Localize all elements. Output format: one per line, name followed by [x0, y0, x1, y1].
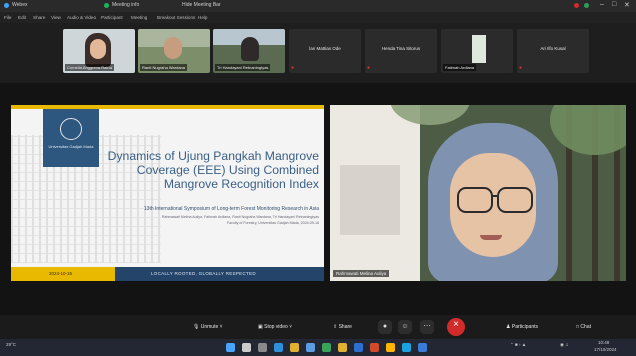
- slide-affiliation: Faculty of Forestry, Universitas Gadjah …: [226, 221, 319, 225]
- participant-tile[interactable]: lan Mattias Ode ●: [289, 29, 361, 73]
- record-button[interactable]: ●: [378, 320, 392, 334]
- close-icon: ×: [453, 319, 459, 330]
- mail-icon[interactable]: [306, 343, 315, 352]
- more-options-button[interactable]: ⋯: [420, 320, 434, 334]
- university-seal-icon: [60, 118, 82, 140]
- close-icon[interactable]: ✕: [624, 1, 630, 9]
- unmute-button[interactable]: 🎙︎ Unmute ˅: [193, 320, 223, 334]
- share-button[interactable]: ⇧ Share: [333, 320, 352, 334]
- maximize-icon[interactable]: □: [612, 1, 616, 8]
- menu-share[interactable]: Share: [33, 13, 45, 22]
- glasses-icon: [457, 187, 493, 213]
- weather-widget[interactable]: 29°C: [6, 342, 16, 347]
- university-name: Universitas Gadjah Mada: [48, 144, 94, 149]
- muted-mic-icon: ●: [519, 65, 523, 71]
- folder-icon[interactable]: [338, 343, 347, 352]
- speaker-mouth: [480, 235, 502, 240]
- participant-tile[interactable]: Henda Tina Sitorus ●: [365, 29, 437, 73]
- status-icon: [584, 3, 589, 8]
- menu-help[interactable]: Help: [198, 13, 207, 22]
- participant-name: lan Mattias Ode: [309, 46, 341, 51]
- participants-button[interactable]: ♟ Participants: [506, 320, 538, 334]
- participant-name: Cornelia Anggrena Ratna: [65, 64, 114, 71]
- participant-name: Fatimah Ardiana: [443, 64, 477, 71]
- speaker-video[interactable]: Rahmawati Melina Auliya: [330, 105, 626, 281]
- participant-tile[interactable]: Fatimah Ardiana: [441, 29, 513, 73]
- participant-name: Ranti Nugraha Wardana: [140, 64, 187, 71]
- menu-file[interactable]: File: [4, 13, 11, 22]
- menu-bar: File Edit Share View Audio & Video Parti…: [0, 12, 636, 23]
- participant-face: [241, 37, 259, 61]
- menu-participant[interactable]: Participant: [101, 13, 123, 22]
- participant-strip: Cornelia Anggrena Ratna Ranti Nugraha Wa…: [0, 23, 636, 83]
- windows-taskbar: 29°C ⌃ ■ › ▲ ◉ ♫ 10:48 17/10/2024: [0, 339, 636, 356]
- recording-icon: [574, 3, 579, 8]
- speaker-name-label: Rahmawati Melina Auliya: [333, 270, 390, 277]
- meeting-controls: 🎙︎ Unmute ˅ ▣ Stop video ˅ ⇧ Share ● ☺ ⋯…: [0, 315, 636, 339]
- participants-label: Participants: [511, 324, 538, 330]
- participant-tile[interactable]: Ari Ilfo Kusal ●: [517, 29, 589, 73]
- muted-mic-icon: ●: [367, 65, 371, 71]
- menu-meeting[interactable]: Meeting: [131, 13, 147, 22]
- clock-date[interactable]: 17/10/2024: [594, 347, 617, 352]
- tray-icons[interactable]: ⌃ ■ › ▲: [510, 342, 526, 348]
- background-foliage: [550, 105, 626, 155]
- webex-icon[interactable]: [402, 343, 411, 352]
- chat-label: Chat: [580, 324, 591, 330]
- window-title-bar: Webex Meeting info Hide Meeting Bar – □ …: [0, 0, 636, 12]
- webex-logo-icon: [4, 3, 9, 8]
- participant-name: Ari Ilfo Kusal: [540, 46, 566, 51]
- slide-title: Dynamics of Ujung Pangkah Mangrove Cover…: [107, 149, 319, 191]
- powerpoint-icon[interactable]: [370, 343, 379, 352]
- menu-edit[interactable]: Edit: [18, 13, 26, 22]
- share-label: Share: [338, 324, 352, 330]
- participant-tile[interactable]: Cornelia Anggrena Ratna: [63, 29, 135, 73]
- menu-view[interactable]: View: [51, 13, 61, 22]
- slide-subtitle: 13th International Symposium of Long-ter…: [143, 206, 319, 212]
- unmute-label: Unmute: [200, 324, 219, 330]
- minimize-icon[interactable]: –: [600, 1, 604, 8]
- shield-icon: [104, 3, 109, 8]
- app-title: Webex: [12, 2, 28, 8]
- muted-mic-icon: ●: [291, 65, 295, 71]
- reactions-button[interactable]: ☺: [398, 320, 412, 334]
- network-volume-icons[interactable]: ◉ ♫: [560, 342, 569, 348]
- edge-icon[interactable]: [274, 343, 283, 352]
- menu-breakout[interactable]: Breakout Sessions: [157, 13, 195, 22]
- chat-button[interactable]: □ Chat: [576, 320, 591, 334]
- word-icon[interactable]: [354, 343, 363, 352]
- participant-face: [164, 37, 182, 59]
- glasses-bridge: [491, 195, 497, 197]
- menu-audio-video[interactable]: Audio & Video: [67, 13, 96, 22]
- shared-slide: Universitas Gadjah Mada Dynamics of Ujun…: [11, 105, 324, 281]
- slide-authors: Rahmawati Melina Auliya, Fatimah Ardiana…: [161, 215, 319, 219]
- leave-meeting-button[interactable]: ×: [447, 318, 465, 336]
- slide-date: 2024-10-15: [49, 271, 73, 276]
- participant-name: Henda Tina Sitorus: [381, 46, 421, 51]
- app-icon[interactable]: [418, 343, 427, 352]
- stop-video-label: Stop video: [264, 324, 288, 330]
- search-icon[interactable]: [242, 343, 251, 352]
- university-logo: Universitas Gadjah Mada: [43, 109, 99, 167]
- meeting-info-button[interactable]: Meeting info: [112, 1, 139, 10]
- participant-tile[interactable]: Ranti Nugraha Wardana: [138, 29, 210, 73]
- stop-video-button[interactable]: ▣ Stop video ˅: [258, 320, 292, 334]
- participant-tile[interactable]: Tri Handayani Retnaningtyas: [213, 29, 285, 73]
- task-view-icon[interactable]: [258, 343, 267, 352]
- file-explorer-icon[interactable]: [290, 343, 299, 352]
- hide-meeting-bar-button[interactable]: Hide Meeting Bar: [182, 1, 221, 10]
- excel-icon[interactable]: [322, 343, 331, 352]
- participant-avatar-image: [472, 35, 486, 63]
- slide-motto: LOCALLY ROOTED, GLOBALLY RESPECTED: [151, 271, 256, 276]
- glasses-icon: [497, 187, 533, 213]
- chrome-icon[interactable]: [386, 343, 395, 352]
- participant-face: [90, 39, 106, 59]
- participant-name: Tri Handayani Retnaningtyas: [215, 64, 271, 71]
- clock-time[interactable]: 10:48: [598, 340, 609, 345]
- start-icon[interactable]: [226, 343, 235, 352]
- background-furniture: [340, 165, 400, 235]
- main-stage: Universitas Gadjah Mada Dynamics of Ujun…: [0, 83, 636, 315]
- mic-muted-icon: 🎙︎: [193, 324, 201, 330]
